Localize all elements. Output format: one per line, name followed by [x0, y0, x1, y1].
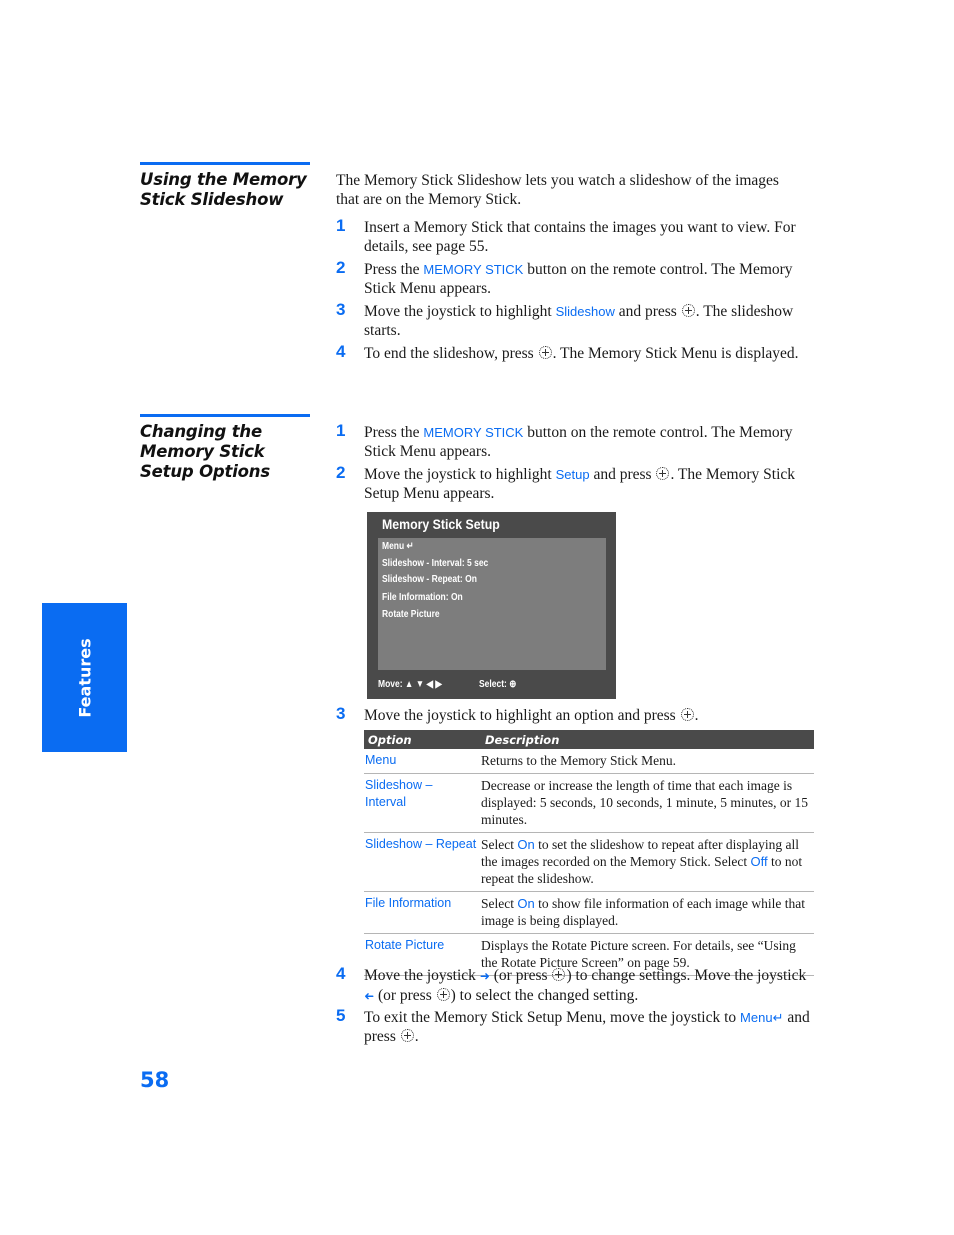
enter-button-icon [680, 708, 694, 721]
intro-paragraph: The Memory Stick Slideshow lets you watc… [336, 172, 779, 208]
page-number: 58 [140, 1068, 170, 1092]
section-title-setup-options: Changing the Memory Stick Setup Options [140, 422, 270, 482]
step-number: 3 [336, 704, 346, 723]
option-cell: Menu [364, 749, 481, 774]
option-cell: Slideshow – Interval [364, 773, 481, 833]
description-cell: Select On to set the slideshow to repeat… [481, 832, 814, 892]
step-text: Insert a Memory Stick that contains the … [364, 219, 796, 255]
arrow-right-icon: ➜ [479, 969, 490, 983]
step-number: 2 [336, 463, 346, 482]
step-number: 4 [336, 342, 346, 361]
screen-menu-item: Rotate Picture [382, 609, 440, 620]
step: 2 Move the joystick to highlight Setup a… [336, 463, 816, 503]
description-cell: Returns to the Memory Stick Menu. [481, 749, 814, 774]
title-line: Using the Memory [140, 170, 307, 189]
step-text: To end the slideshow, press . The Memory… [364, 345, 799, 362]
step-text: Move the joystick to highlight Slideshow… [364, 303, 794, 339]
screen-select-hint: Select: ⊕ [479, 679, 517, 690]
screen-title: Memory Stick Setup [382, 516, 500, 532]
screen-menu-item: Slideshow - Repeat: On [382, 574, 477, 585]
arrow-up-icon: ▲ [404, 679, 414, 690]
step-text: To exit the Memory Stick Setup Menu, mov… [364, 1009, 810, 1045]
table-row: Menu Returns to the Memory Stick Menu. [364, 749, 814, 774]
screen-menu-item: Slideshow - Interval: 5 sec [382, 558, 489, 569]
screen-menu-item: Menu ↵ [382, 541, 414, 552]
column-header-option: Option [364, 730, 481, 749]
enter-button-icon [552, 968, 566, 981]
step-number: 4 [336, 964, 346, 983]
enter-button-icon [681, 304, 695, 317]
step-number: 3 [336, 300, 346, 319]
step-text: Move the joystick to highlight an option… [364, 707, 699, 724]
step-number: 1 [336, 216, 346, 235]
memory-stick-button-label: MEMORY STICK [423, 262, 524, 277]
options-table: Option Description Menu Returns to the M… [364, 730, 814, 976]
step: 3 Move the joystick to highlight an opti… [336, 704, 816, 725]
title-line: Stick Slideshow [140, 190, 284, 209]
step-text: Move the joystick to highlight Setup and… [364, 466, 796, 502]
step: 5 To exit the Memory Stick Setup Menu, m… [336, 1006, 816, 1046]
table-row: Slideshow – Repeat Select On to set the … [364, 832, 814, 892]
option-cell: File Information [364, 891, 481, 934]
section-title-slideshow: Using the Memory Stick Slideshow [140, 170, 307, 210]
memory-stick-button-label: MEMORY STICK [423, 425, 524, 440]
memory-stick-setup-screen: Memory Stick Setup Menu ↵ Slideshow - In… [367, 512, 616, 699]
section-rule [140, 162, 310, 165]
title-line: Memory Stick [140, 442, 265, 461]
setup-label: Setup [555, 467, 590, 482]
arrow-left-icon: ➜ [364, 989, 375, 1003]
step-number: 5 [336, 1006, 346, 1025]
title-line: Changing the [140, 422, 262, 441]
step: 4 To end the slideshow, press . The Memo… [336, 342, 816, 363]
enter-button-icon [538, 346, 552, 359]
description-cell: Decrease or increase the length of time … [481, 773, 814, 833]
table-row: Slideshow – Interval Decrease or increas… [364, 773, 814, 833]
enter-button-icon [400, 1029, 414, 1042]
section-rule [140, 414, 310, 417]
menu-label: Menu [740, 1010, 773, 1025]
return-icon: ↵ [772, 1010, 784, 1025]
step: 1 Press the MEMORY STICK button on the r… [336, 421, 816, 461]
option-cell: Slideshow – Repeat [364, 832, 481, 892]
step-text: Press the MEMORY STICK button on the rem… [364, 261, 793, 297]
step-number: 2 [336, 258, 346, 277]
step: 3 Move the joystick to highlight Slidesh… [336, 300, 816, 340]
off-value: Off [750, 854, 768, 869]
slideshow-label: Slideshow [555, 304, 615, 319]
select-icon: ⊕ [509, 679, 517, 690]
on-value: On [517, 837, 535, 852]
features-side-tab: Features [42, 603, 127, 752]
step: 2 Press the MEMORY STICK button on the r… [336, 258, 816, 298]
step-text: Press the MEMORY STICK button on the rem… [364, 424, 793, 460]
table-row: File Information Select On to show file … [364, 891, 814, 934]
step-text: Move the joystick ➜ (or press ) to chang… [364, 967, 807, 1004]
title-line: Setup Options [140, 462, 270, 481]
table-header-row: Option Description [364, 730, 814, 749]
screen-menu-item: File Information: On [382, 592, 463, 603]
arrow-left-icon: ◀ [426, 679, 434, 690]
enter-button-icon [436, 988, 450, 1001]
description-cell: Select On to show file information of ea… [481, 891, 814, 934]
screen-menu-panel: Menu ↵ Slideshow - Interval: 5 sec Slide… [378, 538, 606, 670]
step-number: 1 [336, 421, 346, 440]
return-icon: ↵ [406, 541, 414, 552]
column-header-description: Description [481, 730, 814, 749]
arrow-right-icon: ▶ [435, 679, 442, 690]
arrow-down-icon: ▼ [415, 679, 425, 690]
step: 1 Insert a Memory Stick that contains th… [336, 216, 816, 256]
step: 4 Move the joystick ➜ (or press ) to cha… [336, 964, 816, 1006]
on-value: On [517, 896, 535, 911]
side-tab-label: Features [75, 637, 94, 718]
screen-move-hint: Move: ▲ ▼ ◀ ▶ [378, 679, 442, 690]
enter-button-icon [656, 467, 670, 480]
